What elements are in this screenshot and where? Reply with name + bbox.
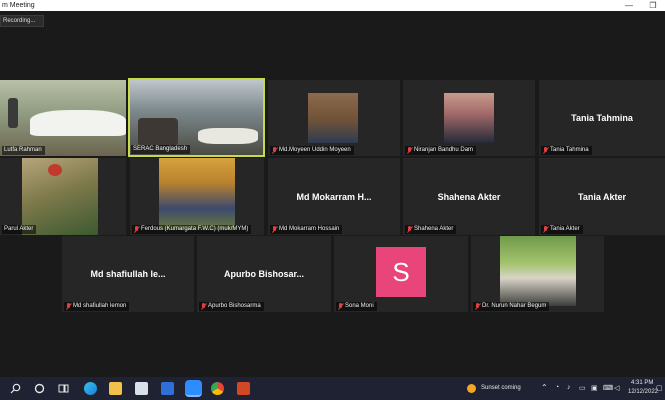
mic-muted-icon — [272, 226, 277, 233]
participant-tile[interactable]: Parul Akter — [0, 158, 126, 235]
participant-name: Apurbo Bishosarma — [199, 302, 264, 311]
mic-muted-icon — [407, 226, 412, 233]
participant-display-name: Md Mokarram H... — [296, 191, 372, 202]
mic-muted-icon — [338, 303, 343, 310]
participant-tile[interactable]: Niranjan Bandhu Dam — [403, 80, 535, 156]
task-view-icon[interactable] — [58, 383, 69, 394]
restore-button[interactable]: ❐ — [643, 0, 663, 11]
participant-display-name: Shahena Akter — [437, 191, 501, 202]
participant-name: Shahena Akter — [405, 225, 457, 234]
gallery-view: Recording... Lutfa Rahman SERAC Banglade… — [0, 11, 665, 377]
store-icon[interactable] — [135, 382, 148, 395]
avatar: S — [376, 247, 426, 297]
participant-tile[interactable]: Dr. Nurun Nahar Begum — [471, 236, 604, 312]
weather-sun-icon — [467, 384, 476, 393]
powerpoint-icon[interactable] — [237, 382, 250, 395]
helmet-figure — [48, 164, 62, 176]
participant-tile[interactable]: Lutfa Rahman — [0, 80, 126, 156]
language-icon[interactable]: ⌨ — [603, 384, 613, 392]
mic-muted-icon — [475, 303, 480, 310]
file-explorer-icon[interactable] — [109, 382, 122, 395]
zoom-app-icon[interactable] — [185, 380, 202, 397]
participant-tile[interactable]: Shahena Akter Shahena Akter — [403, 158, 535, 235]
network-icon[interactable]: ◔ — [555, 384, 559, 391]
mic-muted-icon — [543, 226, 548, 233]
flowers-decoration — [30, 110, 126, 136]
search-icon[interactable] — [10, 383, 21, 394]
clock-date[interactable]: 12/12/2022 — [628, 389, 658, 395]
chrome-icon[interactable] — [211, 382, 224, 395]
participant-name: Md Mokarram Hossain — [270, 225, 343, 234]
mic-muted-icon — [201, 303, 206, 310]
participant-tile[interactable]: Md shafiullah le... Md shafiullah lemon — [62, 236, 194, 312]
participant-name: Dr. Nurun Nahar Begum — [473, 302, 550, 311]
participant-photo — [159, 158, 235, 230]
participant-name: Md.Moyeen Uddin Moyeen — [270, 146, 354, 155]
notification-icon[interactable]: ▢ — [656, 384, 663, 392]
weather-text[interactable]: Sunset coming — [481, 385, 521, 391]
participant-display-name: Tania Akter — [577, 191, 626, 202]
participant-photo — [444, 93, 494, 143]
participant-name: Tania Tahmina — [541, 146, 592, 155]
participant-tile[interactable]: Tania Akter Tania Akter — [539, 158, 665, 235]
window-titlebar: m Meeting — ❐ — [0, 0, 665, 11]
chevron-up-icon[interactable]: ⌃ — [541, 383, 548, 392]
participant-photo — [308, 93, 358, 143]
participant-display-name: Md shafiullah le... — [90, 269, 166, 279]
participant-tile[interactable]: Tania Tahmina Tania Tahmina — [539, 80, 665, 156]
person-figure — [8, 98, 18, 128]
mic-muted-icon — [407, 147, 412, 154]
minimize-button[interactable]: — — [619, 0, 639, 11]
battery-icon[interactable]: ▭ — [579, 384, 586, 392]
participant-name: Md shafiullah lemon — [64, 302, 130, 311]
participant-name: Lutfa Rahman — [2, 146, 45, 155]
participant-name: Parul Akter — [2, 225, 37, 234]
windows-taskbar: Sunset coming ⌃ ◔ ♪ ▭ ▣ ⌨ ◁ 4:31 PM 12/1… — [0, 377, 665, 400]
participant-name: Ferdous (Kumargata F.W.C) (muk/MYM) — [132, 225, 252, 234]
sound-icon[interactable]: ♪ — [567, 384, 571, 391]
flowers-decoration — [198, 128, 258, 144]
participant-tile[interactable]: Apurbo Bishosar... Apurbo Bishosarma — [197, 236, 331, 312]
cortana-icon[interactable] — [34, 383, 45, 394]
participant-name: Sona Moni — [336, 302, 377, 311]
volume-icon[interactable]: ◁ — [614, 384, 619, 392]
participant-tile[interactable]: S Sona Moni — [334, 236, 468, 312]
participant-tile[interactable]: Ferdous (Kumargata F.W.C) (muk/MYM) — [130, 158, 264, 235]
mail-icon[interactable] — [161, 382, 174, 395]
participant-tile[interactable]: Md Mokarram H... Md Mokarram Hossain — [268, 158, 400, 235]
participant-name: Tania Akter — [541, 225, 583, 234]
mic-muted-icon — [543, 147, 548, 154]
recording-indicator[interactable]: Recording... — [0, 15, 44, 27]
mic-muted-icon — [272, 147, 277, 154]
participant-tile-active-speaker[interactable]: SERAC Bangladesh — [128, 78, 265, 157]
window-title: m Meeting — [2, 2, 35, 9]
participant-display-name: Apurbo Bishosar... — [223, 269, 304, 279]
meet-now-icon[interactable]: ▣ — [591, 384, 598, 392]
mic-muted-icon — [134, 226, 139, 233]
edge-browser-icon[interactable] — [84, 382, 97, 395]
participant-tile[interactable]: Md.Moyeen Uddin Moyeen — [268, 80, 400, 156]
participant-display-name: Tania Tahmina — [571, 113, 633, 123]
mic-muted-icon — [66, 303, 71, 310]
participant-name: SERAC Bangladesh — [131, 145, 191, 154]
participant-photo — [500, 236, 576, 306]
participant-name: Niranjan Bandhu Dam — [405, 146, 477, 155]
clock-time[interactable]: 4:31 PM — [631, 380, 653, 386]
people-figure — [138, 118, 178, 146]
